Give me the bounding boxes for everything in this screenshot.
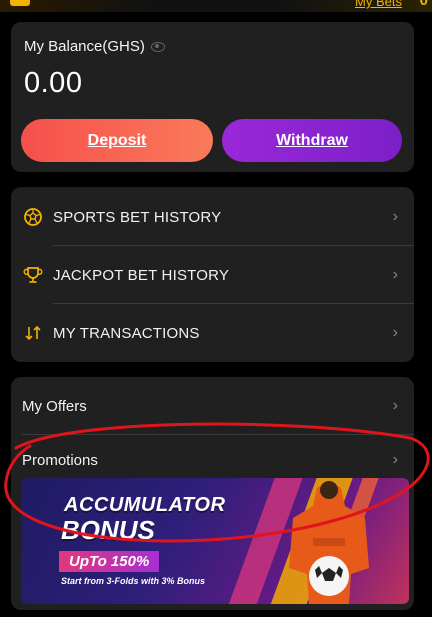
my-bets-link[interactable]: My Bets bbox=[355, 0, 402, 9]
top-header-bar: My Bets 0 bbox=[0, 0, 432, 12]
promotions-label: Promotions bbox=[22, 451, 98, 469]
sports-bet-history-row[interactable]: SPORTS BET HISTORY › bbox=[11, 188, 414, 246]
transfer-arrows-icon bbox=[23, 323, 43, 343]
balance-label-group: My Balance(GHS) bbox=[24, 38, 165, 55]
balance-card: My Balance(GHS) 0.00 Deposit Withdraw bbox=[11, 22, 414, 172]
history-card: SPORTS BET HISTORY › JACKPOT BET HISTORY… bbox=[11, 187, 414, 362]
balance-label: My Balance(GHS) bbox=[24, 38, 145, 55]
withdraw-button[interactable]: Withdraw bbox=[222, 119, 402, 162]
chevron-right-icon: › bbox=[392, 397, 398, 414]
chevron-right-icon: › bbox=[392, 324, 398, 341]
banner-bonus-badge: UpTo 150% bbox=[59, 551, 160, 572]
accumulator-bonus-banner[interactable]: ACCUMULATOR BONUS UpTo 150% Start from 3… bbox=[21, 478, 409, 604]
balance-amount: 0.00 bbox=[24, 67, 83, 99]
my-transactions-row[interactable]: MY TRANSACTIONS › bbox=[11, 304, 414, 362]
offers-card: My Offers › Promotions › ACCUMULATOR BON… bbox=[11, 377, 414, 610]
eye-icon[interactable] bbox=[150, 41, 165, 52]
soccer-ball-icon bbox=[23, 207, 43, 227]
trophy-icon bbox=[23, 265, 43, 285]
banner-subtext: Start from 3-Folds with 3% Bonus bbox=[61, 576, 206, 586]
jackpot-bet-history-label: JACKPOT BET HISTORY bbox=[53, 266, 230, 284]
deposit-button[interactable]: Deposit bbox=[21, 119, 213, 162]
chevron-right-icon: › bbox=[392, 451, 398, 468]
soccer-player-illustration bbox=[289, 481, 369, 604]
banner-title-line2: BONUS bbox=[61, 515, 155, 545]
jackpot-bet-history-row[interactable]: JACKPOT BET HISTORY › bbox=[11, 246, 414, 304]
chevron-right-icon: › bbox=[392, 266, 398, 283]
app-logo[interactable] bbox=[10, 0, 30, 6]
chevron-right-icon: › bbox=[392, 208, 398, 225]
banner-title-line1: ACCUMULATOR bbox=[64, 494, 226, 516]
sports-bet-history-label: SPORTS BET HISTORY bbox=[53, 208, 222, 226]
my-offers-label: My Offers bbox=[22, 397, 87, 415]
bets-count: 0 bbox=[419, 0, 428, 9]
my-offers-row[interactable]: My Offers › bbox=[11, 379, 414, 433]
my-transactions-label: MY TRANSACTIONS bbox=[53, 324, 200, 342]
